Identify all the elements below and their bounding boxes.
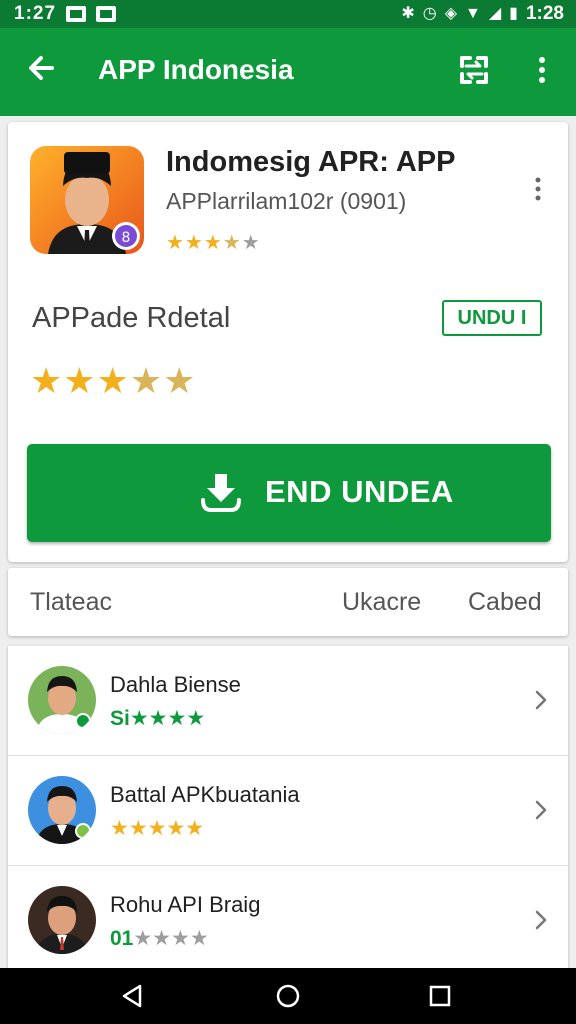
signal-icon: ◢: [488, 5, 502, 22]
alarm-icon: ◷: [422, 5, 437, 22]
tab-ukacre[interactable]: Ukacre: [342, 588, 421, 617]
avatar: [28, 776, 96, 844]
chevron-right-icon: [535, 910, 547, 930]
svg-text:8: 8: [122, 230, 131, 246]
more-vert-icon[interactable]: [532, 176, 544, 202]
detail-title: APPade Rdetal: [32, 302, 231, 334]
list-item[interactable]: Rohu API Braig 01★★★★: [8, 866, 568, 968]
navigation-bar: [0, 968, 576, 1024]
image-notification-icon: [66, 6, 87, 22]
avatar: [28, 666, 96, 734]
nav-home-icon[interactable]: [274, 982, 302, 1010]
list-item-stars: ★★★★: [129, 707, 206, 730]
list-item-rating-prefix: Si: [110, 707, 130, 730]
app-detail-card: 8 Indomesig APR: APP APPlarrilam102r (09…: [8, 122, 568, 562]
review-list: Dahla Biense Si★★★★ Battal APKbuatania ★…: [8, 646, 568, 968]
list-item-name: Battal APKbuatania: [110, 782, 300, 807]
status-bar: 1:27 ✱ ◷ ◈ ▼ ◢ ▮ 1:28: [0, 0, 576, 28]
list-item-stars: ★★★★★: [110, 817, 205, 840]
list-item-rating: 01★★★★: [110, 926, 209, 951]
data-saver-icon: ◈: [444, 5, 457, 22]
status-time: 1:28: [525, 3, 564, 24]
install-button-label: END UNDEA: [265, 474, 454, 509]
install-button[interactable]: END UNDEA: [27, 444, 551, 542]
app-name: Indomesig APR: APP: [166, 146, 456, 178]
swap-icon[interactable]: [456, 52, 492, 88]
avatar: [28, 886, 96, 954]
list-item-stars: ★★★★: [133, 927, 209, 950]
bluetooth-icon: ✱: [401, 5, 415, 22]
list-item[interactable]: Battal APKbuatania ★★★★★: [8, 756, 568, 866]
chevron-right-icon: [535, 690, 547, 710]
chevron-right-icon: [535, 800, 547, 820]
tab-bar: Tlateac Ukacre Cabed: [8, 568, 568, 636]
wifi-icon: ▼: [465, 5, 481, 22]
message-notification-icon: [96, 6, 117, 22]
list-item-rating-prefix: 01: [110, 927, 134, 950]
battery-icon: ▮: [509, 5, 518, 22]
app-rating-stars: ★★★★★: [166, 232, 261, 254]
nav-back-icon[interactable]: [118, 982, 146, 1010]
list-item-rating: ★★★★★: [110, 816, 204, 841]
more-vert-icon[interactable]: [530, 52, 554, 88]
list-item-rating: Si★★★★: [110, 706, 205, 731]
unduh-button[interactable]: UNDU I: [442, 300, 542, 336]
app-bar: APP Indonesia: [0, 28, 576, 116]
detail-rating-stars: ★★★★★: [30, 360, 197, 401]
arrow-left-icon[interactable]: [22, 48, 62, 88]
tab-cabed[interactable]: Cabed: [468, 588, 542, 617]
list-item[interactable]: Dahla Biense Si★★★★: [8, 646, 568, 756]
tab-tlateac[interactable]: Tlateac: [30, 588, 112, 617]
nav-recent-icon[interactable]: [428, 984, 452, 1008]
app-subtitle: APPlarrilam102r (0901): [166, 188, 407, 214]
list-item-name: Rohu API Braig: [110, 892, 261, 917]
page-title: APP Indonesia: [98, 54, 294, 85]
app-icon[interactable]: 8: [30, 146, 144, 254]
list-item-name: Dahla Biense: [110, 672, 241, 697]
status-time-left: 1:27: [14, 3, 57, 24]
download-icon: [201, 474, 241, 512]
